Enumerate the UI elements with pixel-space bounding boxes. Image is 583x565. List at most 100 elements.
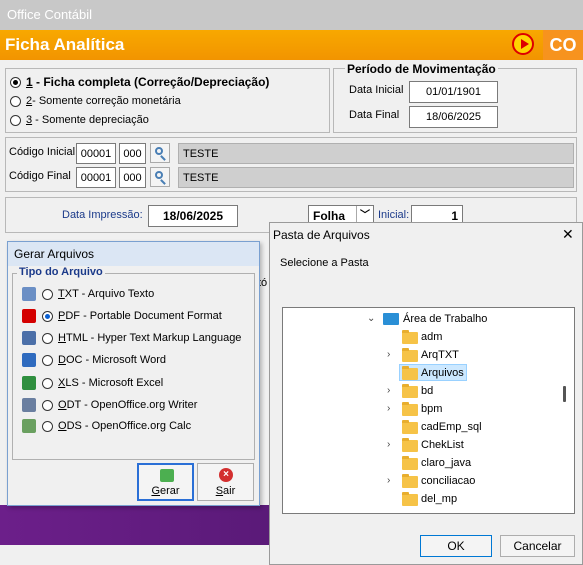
file-type-radio[interactable] [42, 289, 53, 300]
dialog-title: Pasta de Arquivos [273, 228, 370, 242]
html-icon [22, 331, 36, 345]
file-type-label: - OpenOffice.org Writer [81, 399, 198, 411]
folder-icon [402, 384, 418, 398]
file-type-option[interactable]: ODT - OpenOffice.org Writer [22, 397, 252, 415]
folder-icon [402, 348, 418, 362]
file-type-label: - Microsoft Excel [78, 377, 164, 389]
folder-item[interactable]: › bd [283, 382, 574, 400]
folder-icon [402, 330, 418, 344]
chevron-right-icon[interactable]: › [387, 382, 390, 400]
chevron-right-icon[interactable]: › [387, 400, 390, 418]
data-inicial-label: Data Inicial [349, 84, 404, 96]
folder-item[interactable]: › ArqTXT [283, 346, 574, 364]
option-1-label: - Ficha completa (Correção/Depreciação) [32, 75, 270, 89]
chevron-down-icon[interactable]: ⌄ [367, 310, 375, 328]
file-type-radio[interactable] [42, 333, 53, 344]
file-type-label: - Portable Document Format [80, 310, 222, 322]
folder-item[interactable]: › ChekList [283, 436, 574, 454]
desktop-icon [383, 313, 399, 325]
tree-root[interactable]: ⌄ Área de Trabalho [283, 310, 574, 328]
option-3-label: - Somente depreciação [32, 114, 149, 126]
banner: Ficha Analítica CO [0, 30, 583, 60]
folder-item[interactable]: cadEmp_sql [283, 418, 574, 436]
folder-icon [402, 474, 418, 488]
word-icon [22, 353, 36, 367]
folder-item[interactable]: › bpm [283, 400, 574, 418]
folder-tree[interactable]: ⌄ Área de Trabalho adm › ArqTXT Arquivos › bd… [282, 307, 575, 514]
folder-label: bpm [421, 403, 443, 415]
folder-item[interactable]: claro_java [283, 454, 574, 472]
file-type-radio[interactable] [42, 378, 53, 389]
sair-label: air [223, 485, 236, 497]
scrollbar-thumb[interactable] [563, 386, 566, 402]
tipo-arquivo-title: Tipo do Arquivo [17, 266, 105, 278]
gerar-label: erar [160, 485, 180, 497]
play-icon[interactable] [512, 33, 534, 55]
file-type-radio[interactable] [42, 400, 53, 411]
codigo-inicial-field[interactable]: 00001 [76, 143, 116, 164]
tree-root-label: Área de Trabalho [403, 313, 488, 325]
folder-label: adm [421, 331, 443, 343]
codigo-final-sub-field[interactable]: 000 [119, 167, 146, 188]
codigo-inicial-name: TESTE [178, 143, 574, 164]
gerar-button[interactable]: Gerar [137, 463, 194, 501]
folder-item[interactable]: › conciliacao [283, 472, 574, 490]
file-type-option[interactable]: XLS - Microsoft Excel [22, 375, 252, 393]
folder-icon [402, 438, 418, 452]
file-type-label: - OpenOffice.org Calc [81, 420, 192, 432]
chevron-right-icon[interactable]: › [387, 436, 390, 454]
folder-item[interactable]: adm [283, 328, 574, 346]
cancel-button[interactable]: Cancelar [500, 535, 575, 557]
excel-icon [22, 376, 36, 390]
dialog-prompt: Selecione a Pasta [280, 257, 369, 269]
folder-item[interactable]: Arquivos [283, 364, 574, 382]
folder-label: conciliacao [421, 475, 476, 487]
file-type-radio[interactable] [42, 311, 53, 322]
data-impressao-field[interactable]: 18/06/2025 [148, 205, 238, 227]
folder-label: bd [421, 385, 434, 397]
file-type-label: - Hyper Text Markup Language [87, 332, 242, 344]
file-type-option[interactable]: ODS - OpenOffice.org Calc [22, 418, 252, 436]
folder-icon [402, 420, 418, 434]
close-icon: × [219, 468, 233, 482]
chevron-right-icon[interactable]: › [387, 472, 390, 490]
company-logo: CO [543, 30, 583, 60]
option-1-radio[interactable] [10, 77, 21, 88]
data-final-field[interactable]: 18/06/2025 [409, 106, 498, 128]
file-type-option[interactable]: HTML - Hyper Text Markup Language [22, 330, 252, 348]
folder-item[interactable]: del_mp [283, 490, 574, 508]
codigo-final-field[interactable]: 00001 [76, 167, 116, 188]
page-title: Ficha Analítica [5, 35, 125, 54]
folder-label: claro_java [421, 457, 472, 469]
data-impressao-label: Data Impressão: [62, 209, 143, 221]
folder-icon [402, 456, 418, 470]
search-icon[interactable] [150, 167, 170, 187]
file-type-label: - Microsoft Word [82, 354, 166, 366]
folder-icon [402, 366, 418, 380]
option-2-radio[interactable] [10, 96, 21, 107]
folder-label: ArqTXT [421, 349, 459, 361]
codigo-final-label: Código Final [9, 170, 71, 182]
file-type-option[interactable]: PDF - Portable Document Format [22, 308, 252, 326]
ok-button[interactable]: OK [420, 535, 492, 557]
pasta-dialog: Pasta de Arquivos ✕ Selecione a Pasta ⌄ … [269, 222, 583, 565]
search-icon[interactable] [150, 143, 170, 163]
text-file-icon [22, 287, 36, 301]
codigo-final-name: TESTE [178, 167, 574, 188]
close-icon[interactable]: ✕ [562, 226, 574, 243]
chevron-right-icon[interactable]: › [387, 346, 390, 364]
folder-label: ChekList [421, 439, 464, 451]
file-type-radio[interactable] [42, 421, 53, 432]
inicial-label: Inicial: [378, 209, 410, 221]
data-inicial-field[interactable]: 01/01/1901 [409, 81, 498, 103]
folder-icon [402, 402, 418, 416]
option-3-radio[interactable] [10, 115, 21, 126]
codigo-inicial-sub-field[interactable]: 000 [119, 143, 146, 164]
gerar-arquivos-window: Gerar Arquivos Tipo do Arquivo TXT - Arq… [7, 241, 260, 506]
folder-label: del_mp [421, 493, 458, 505]
file-type-radio[interactable] [42, 355, 53, 366]
file-type-option[interactable]: TXT - Arquivo Texto [22, 286, 252, 304]
sair-button[interactable]: × Sair [197, 463, 254, 501]
file-type-option[interactable]: DOC - Microsoft Word [22, 352, 252, 370]
odt-icon [22, 398, 36, 412]
